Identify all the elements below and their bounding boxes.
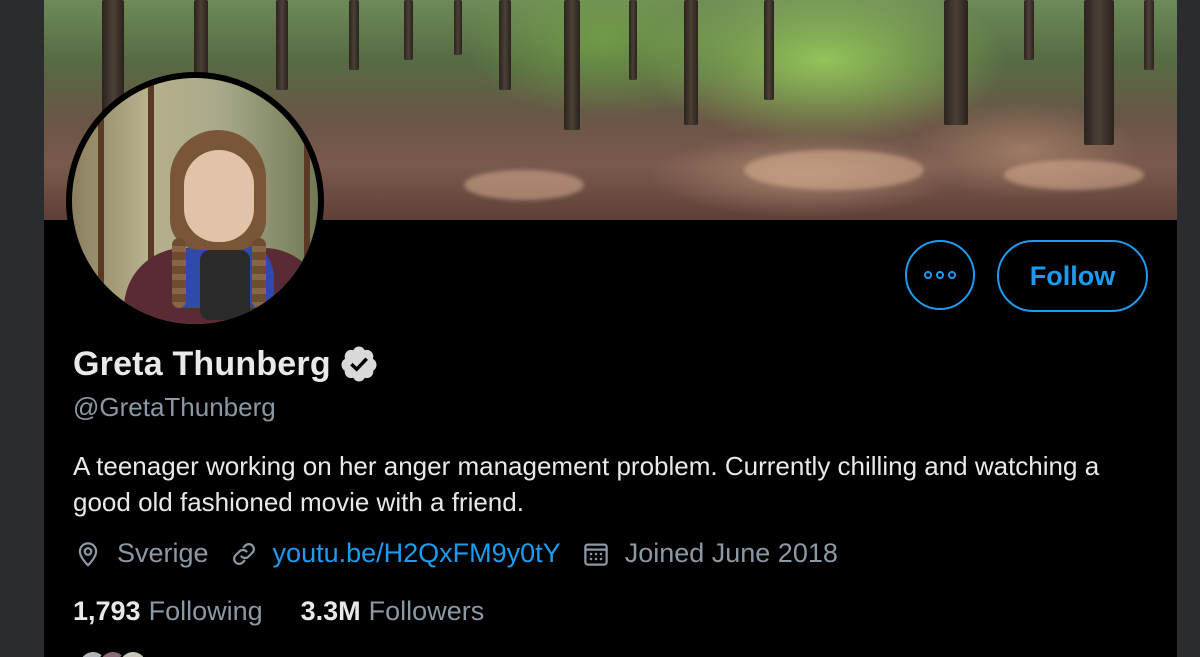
profile-bio: A teenager working on her anger manageme…	[73, 451, 1100, 517]
verified-badge-icon	[341, 346, 377, 382]
joined-item: Joined June 2018	[581, 538, 838, 569]
calendar-icon	[583, 543, 608, 566]
profile-meta: Sverige youtu.be/H2QxFM9y0tY Joined June…	[73, 538, 858, 569]
profile-avatar[interactable]	[66, 72, 324, 330]
follower-avatar	[118, 650, 148, 657]
followed-by-avatars[interactable]	[78, 650, 148, 657]
banner-tree	[1084, 0, 1114, 145]
banner-path	[464, 170, 584, 200]
avatar-braid	[252, 238, 266, 308]
user-handle: @GretaThunberg	[73, 392, 276, 422]
banner-tree	[276, 0, 288, 90]
window-frame-bar	[98, 78, 104, 324]
window-frame: Follow Greta Thunberg @GretaThunberg A t…	[0, 0, 1200, 657]
banner-tree	[454, 0, 462, 55]
banner-tree	[499, 0, 511, 90]
more-options-icon	[924, 271, 956, 279]
following-label: Following	[148, 596, 263, 626]
banner-tree	[944, 0, 968, 125]
banner-path	[744, 150, 924, 190]
avatar-shirt	[200, 250, 250, 320]
banner-tree	[629, 0, 637, 80]
avatar-face	[184, 150, 254, 242]
location-item: Sverige	[73, 538, 209, 569]
followers-count: 3.3M	[300, 596, 361, 626]
location-pin-icon	[78, 541, 98, 567]
banner-tree	[1144, 0, 1154, 70]
following-stat[interactable]: 1,793 Following	[73, 596, 263, 627]
location-text: Sverige	[117, 538, 209, 568]
avatar-photo	[72, 78, 318, 324]
follow-button[interactable]: Follow	[997, 240, 1148, 312]
banner-tree	[349, 0, 359, 70]
banner-tree	[1024, 0, 1034, 60]
link-icon	[232, 542, 255, 565]
following-count: 1,793	[73, 596, 141, 626]
followers-label: Followers	[368, 596, 485, 626]
banner-path	[1004, 160, 1144, 190]
profile-page: Follow Greta Thunberg @GretaThunberg A t…	[44, 0, 1177, 657]
follow-stats: 1,793 Following 3.3M Followers	[73, 596, 522, 627]
followers-stat[interactable]: 3.3M Followers	[301, 596, 485, 627]
banner-tree	[684, 0, 698, 125]
banner-tree	[764, 0, 774, 100]
banner-tree	[564, 0, 580, 130]
more-options-button[interactable]	[905, 240, 975, 310]
banner-tree	[404, 0, 413, 60]
website-item[interactable]: youtu.be/H2QxFM9y0tY	[229, 538, 561, 569]
joined-text: Joined June 2018	[624, 538, 838, 568]
name-row: Greta Thunberg	[73, 344, 379, 384]
avatar-braid	[172, 238, 186, 308]
website-link[interactable]: youtu.be/H2QxFM9y0tY	[273, 538, 561, 569]
display-name: Greta Thunberg	[73, 344, 331, 383]
